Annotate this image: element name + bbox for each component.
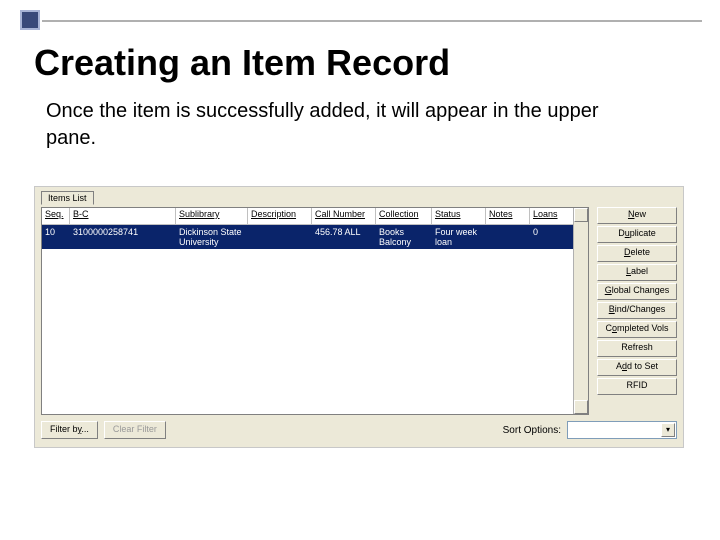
col-description[interactable]: Description bbox=[248, 208, 312, 224]
cell-status: Four week loan bbox=[432, 225, 486, 249]
cell-sublibrary: Dickinson State University bbox=[176, 225, 248, 249]
accent-square-icon bbox=[20, 10, 40, 30]
cell-barcode: 3100000258741 bbox=[70, 225, 176, 249]
global-changes-button[interactable]: Global Changes bbox=[597, 283, 677, 300]
bind-changes-button[interactable]: Bind/Changes bbox=[597, 302, 677, 319]
table-row[interactable]: 10 3100000258741 Dickinson State Univers… bbox=[42, 225, 574, 249]
cell-collection: Books Balcony bbox=[376, 225, 432, 249]
sort-options-label: Sort Options: bbox=[503, 425, 561, 436]
sort-options-select[interactable]: ▾ bbox=[567, 421, 677, 439]
cell-description bbox=[248, 225, 312, 249]
slide-title: Creating an Item Record bbox=[34, 42, 450, 84]
rfid-button[interactable]: RFID bbox=[597, 378, 677, 395]
cell-loans: 0 bbox=[530, 225, 574, 249]
items-list: Seq. B-C Sublibrary Description Call Num… bbox=[41, 207, 589, 415]
app-panel: Items List Seq. B-C Sublibrary Descripti… bbox=[34, 186, 684, 448]
col-notes[interactable]: Notes bbox=[486, 208, 530, 224]
cell-callnumber: 456.78 ALL bbox=[312, 225, 376, 249]
col-loans[interactable]: Loans bbox=[530, 208, 574, 224]
side-button-column: New Duplicate Delete Label Global Change… bbox=[597, 207, 677, 395]
scroll-down-icon[interactable] bbox=[574, 400, 588, 414]
col-collection[interactable]: Collection bbox=[376, 208, 432, 224]
tab-items-list[interactable]: Items List bbox=[41, 191, 94, 205]
cell-notes bbox=[486, 225, 530, 249]
delete-button[interactable]: Delete bbox=[597, 245, 677, 262]
accent-line bbox=[42, 20, 702, 22]
chevron-down-icon[interactable]: ▾ bbox=[661, 423, 675, 437]
scroll-up-icon[interactable] bbox=[574, 208, 588, 222]
col-status[interactable]: Status bbox=[432, 208, 486, 224]
col-barcode[interactable]: B-C bbox=[70, 208, 176, 224]
body-text: Once the item is successfully added, it … bbox=[46, 98, 646, 152]
col-sublibrary[interactable]: Sublibrary bbox=[176, 208, 248, 224]
add-to-set-button[interactable]: Add to Set bbox=[597, 359, 677, 376]
filter-by-button[interactable]: Filter by... bbox=[41, 421, 98, 439]
cell-seq: 10 bbox=[42, 225, 70, 249]
bottom-bar: Filter by... Clear Filter Sort Options: … bbox=[41, 419, 677, 441]
new-button[interactable]: New bbox=[597, 207, 677, 224]
col-seq[interactable]: Seq. bbox=[42, 208, 70, 224]
scrollbar[interactable] bbox=[573, 208, 588, 414]
clear-filter-button[interactable]: Clear Filter bbox=[104, 421, 166, 439]
column-header-row: Seq. B-C Sublibrary Description Call Num… bbox=[42, 208, 574, 225]
col-callnumber[interactable]: Call Number bbox=[312, 208, 376, 224]
refresh-button[interactable]: Refresh bbox=[597, 340, 677, 357]
label-button[interactable]: Label bbox=[597, 264, 677, 281]
completed-vols-button[interactable]: Completed Vols bbox=[597, 321, 677, 338]
duplicate-button[interactable]: Duplicate bbox=[597, 226, 677, 243]
